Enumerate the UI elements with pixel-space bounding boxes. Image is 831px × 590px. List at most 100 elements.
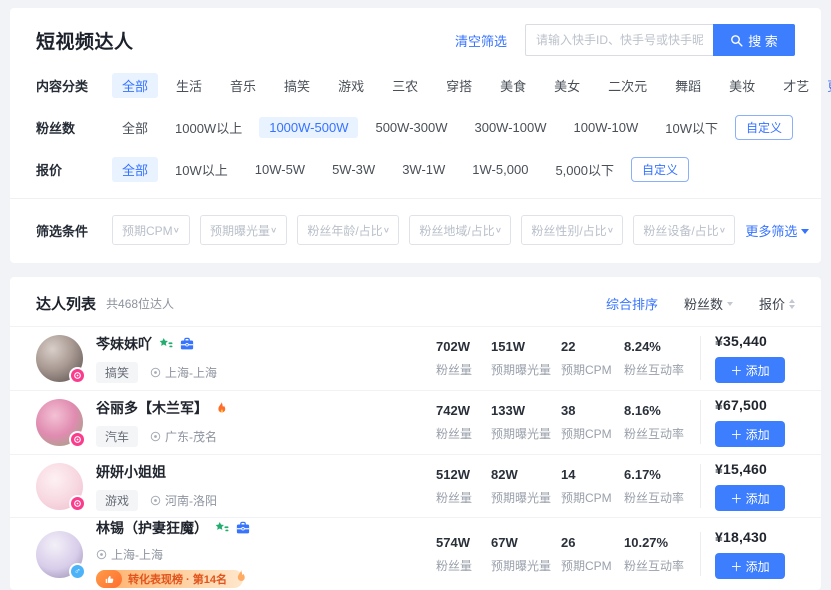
- fans-option[interactable]: 1000W-500W: [259, 117, 358, 138]
- cpm-label: 预期CPM: [561, 489, 624, 506]
- category-option[interactable]: 美食: [490, 73, 536, 98]
- price-option[interactable]: 10W以上: [165, 157, 238, 182]
- category-option[interactable]: 搞笑: [274, 73, 320, 98]
- sort-price-label: 报价: [759, 294, 785, 313]
- category-option[interactable]: 穿搭: [436, 73, 482, 98]
- price-option[interactable]: 5W-3W: [322, 159, 385, 180]
- category-option[interactable]: 三农: [382, 73, 428, 98]
- location-text: 河南-洛阳: [165, 492, 217, 509]
- fan-age-select[interactable]: 粉丝年龄/占比∨: [297, 215, 399, 245]
- location-pin-icon: [150, 431, 161, 442]
- price-option[interactable]: 3W-1W: [392, 159, 455, 180]
- creator-row: 妍妍小姐姐 游戏 河南-洛阳 512W粉丝量 82W预期曝光量 14预期CPM …: [10, 454, 821, 518]
- more-categories-link[interactable]: 更多分类: [827, 76, 831, 95]
- sort-fans[interactable]: 粉丝数: [684, 294, 733, 313]
- cpm-value: 22: [561, 339, 624, 354]
- add-button[interactable]: ＋ 添加: [715, 357, 785, 383]
- category-option[interactable]: 才艺: [773, 73, 819, 98]
- cpm-label: 预期CPM: [561, 425, 624, 442]
- fans-custom-button[interactable]: 自定义: [735, 115, 793, 140]
- category-option[interactable]: 生活: [166, 73, 212, 98]
- fan-gender-select-label: 粉丝性别/占比: [531, 222, 606, 239]
- ranking-ribbon: 转化表现榜 · 第14名: [96, 570, 243, 588]
- engagement-value: 10.27%: [624, 535, 700, 550]
- exposure-value: 82W: [491, 467, 561, 482]
- creator-name[interactable]: 芩妹妹吖: [96, 334, 152, 354]
- creator-name[interactable]: 林锡（护妻狂魔）: [96, 518, 208, 538]
- more-filters-link[interactable]: 更多筛选: [745, 221, 809, 240]
- add-button[interactable]: ＋ 添加: [715, 485, 785, 511]
- creator-name[interactable]: 谷丽多【木兰军】: [96, 398, 208, 418]
- price-option[interactable]: 10W-5W: [245, 159, 315, 180]
- search-button[interactable]: 搜 索: [713, 24, 795, 56]
- sort-both-icon: [789, 299, 795, 309]
- fans-options: 全部 1000W以上 1000W-500W 500W-300W 300W-100…: [112, 115, 793, 140]
- location: 河南-洛阳: [150, 492, 217, 509]
- sort-price[interactable]: 报价: [759, 294, 795, 313]
- category-option[interactable]: 美女: [544, 73, 590, 98]
- price-custom-button[interactable]: 自定义: [631, 157, 689, 182]
- business-briefcase-icon: [236, 521, 250, 535]
- location: 上海-上海: [150, 364, 217, 381]
- category-option[interactable]: 全部: [112, 73, 158, 98]
- verified-star-icon: [215, 521, 229, 535]
- price-option[interactable]: 1W-5,000: [462, 159, 538, 180]
- chevron-down-icon: ∨: [173, 226, 180, 235]
- clear-filters-link[interactable]: 清空筛选: [455, 31, 507, 50]
- fan-device-select[interactable]: 粉丝设备/占比∨: [633, 215, 735, 245]
- ranking-badge-text: 转化表现榜 · 第14名: [128, 571, 227, 587]
- conditions-filter-label: 筛选条件: [36, 221, 112, 240]
- list-title: 达人列表: [36, 293, 96, 314]
- creator-name[interactable]: 妍妍小姐姐: [96, 462, 166, 482]
- cpm-value: 26: [561, 535, 624, 550]
- location: 上海-上海: [96, 546, 163, 563]
- exposure-value: 151W: [491, 339, 561, 354]
- fans-option[interactable]: 300W-100W: [464, 117, 556, 138]
- male-badge-icon: ♂: [69, 563, 86, 580]
- page-title: 短视频达人: [36, 27, 134, 54]
- fan-gender-select[interactable]: 粉丝性别/占比∨: [521, 215, 623, 245]
- fans-option[interactable]: 100W-10W: [564, 117, 649, 138]
- divider: [10, 198, 821, 199]
- avatar[interactable]: ♂: [36, 531, 83, 578]
- avatar[interactable]: [36, 399, 83, 446]
- price-option[interactable]: 全部: [112, 157, 158, 182]
- add-button[interactable]: ＋ 添加: [715, 553, 785, 579]
- category-option[interactable]: 舞蹈: [665, 73, 711, 98]
- exposure-select[interactable]: 预期曝光量∨: [200, 215, 287, 245]
- creator-stats: 742W粉丝量 133W预期曝光量 38预期CPM 8.16%粉丝互动率: [436, 403, 700, 442]
- search-input[interactable]: [525, 24, 713, 56]
- creator-row: 谷丽多【木兰军】 汽车 广东-茂名 742W粉丝量: [10, 390, 821, 454]
- add-button[interactable]: ＋ 添加: [715, 421, 785, 447]
- chevron-down-icon: ∨: [607, 226, 614, 235]
- exposure-label: 预期曝光量: [491, 425, 561, 442]
- price-option[interactable]: 5,000以下: [545, 157, 624, 182]
- page: 短视频达人 清空筛选 搜 索 内容分类 全部 生活 音乐 搞笑 游戏: [0, 0, 831, 590]
- fans-option[interactable]: 全部: [112, 115, 158, 140]
- exposure-value: 67W: [491, 535, 561, 550]
- sorters: 综合排序 粉丝数 报价: [606, 294, 795, 313]
- category-option[interactable]: 游戏: [328, 73, 374, 98]
- fans-option[interactable]: 500W-300W: [365, 117, 457, 138]
- category-option[interactable]: 二次元: [598, 73, 657, 98]
- sort-desc-icon: [727, 302, 733, 306]
- location: 广东-茂名: [150, 428, 217, 445]
- fans-value: 742W: [436, 403, 491, 418]
- category-option[interactable]: 美妆: [719, 73, 765, 98]
- cpm-select[interactable]: 预期CPM∨: [112, 215, 190, 245]
- fans-option[interactable]: 10W以下: [655, 115, 728, 140]
- fan-region-select[interactable]: 粉丝地域/占比∨: [409, 215, 511, 245]
- sort-composite[interactable]: 综合排序: [606, 294, 658, 313]
- fan-age-select-label: 粉丝年龄/占比: [307, 222, 382, 239]
- avatar[interactable]: [36, 335, 83, 382]
- chevron-down-icon: ∨: [383, 226, 390, 235]
- location-text: 广东-茂名: [165, 428, 217, 445]
- engagement-value: 8.24%: [624, 339, 700, 354]
- fans-option[interactable]: 1000W以上: [165, 115, 252, 140]
- filter-row-conditions: 筛选条件 预期CPM∨ 预期曝光量∨ 粉丝年龄/占比∨ 粉丝地域/占比∨ 粉丝性…: [36, 215, 795, 245]
- cpm-value: 14: [561, 467, 624, 482]
- divider: [700, 400, 701, 444]
- category-option[interactable]: 音乐: [220, 73, 266, 98]
- fire-icon: [215, 401, 228, 415]
- avatar[interactable]: [36, 463, 83, 510]
